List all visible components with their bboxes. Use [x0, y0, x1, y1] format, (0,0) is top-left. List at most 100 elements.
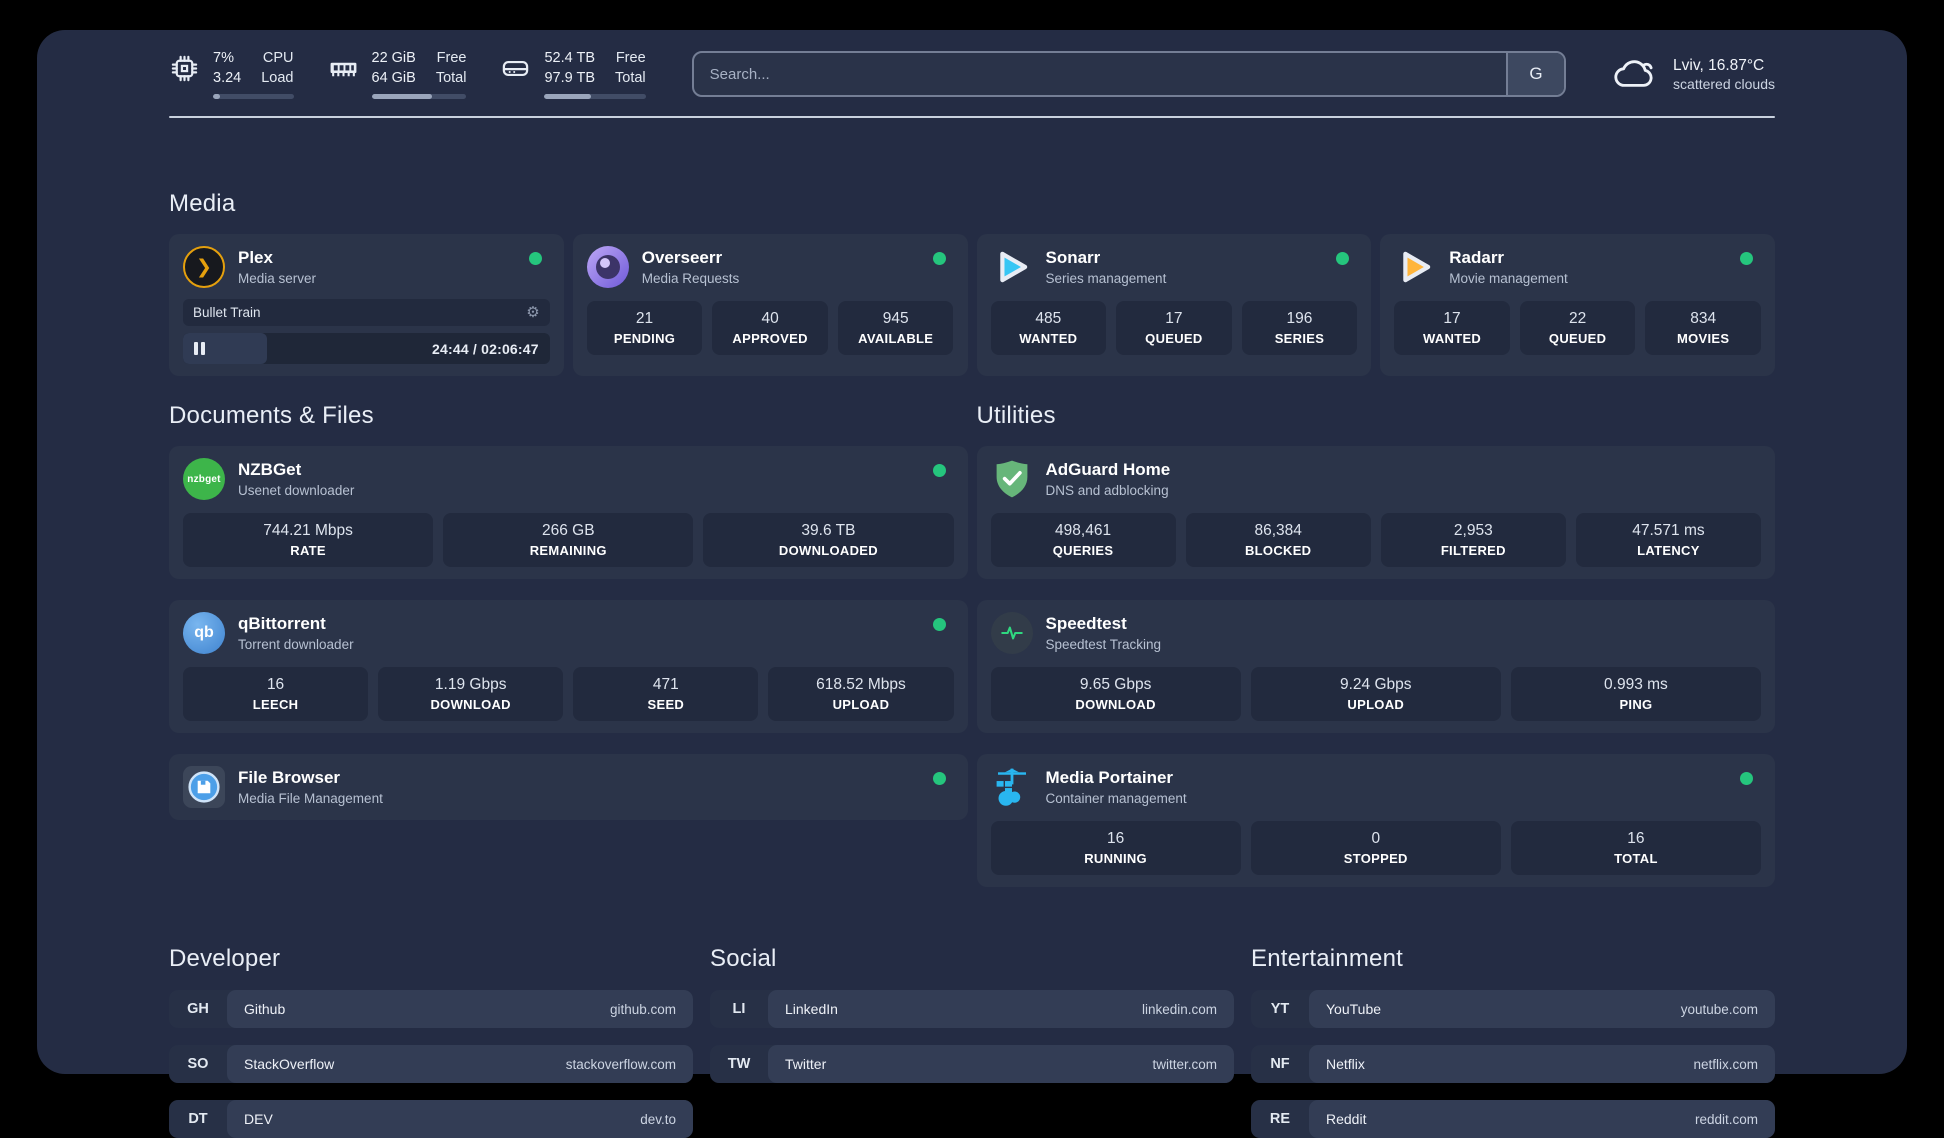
app-subtitle: Torrent downloader	[238, 637, 354, 652]
playback-progress-fill	[183, 333, 268, 364]
adguard-icon	[996, 460, 1027, 498]
app-card-sonarr[interactable]: Sonarr Series management 485 WANTED 17 QUE…	[976, 234, 1372, 376]
stat-tile: 21 PENDING	[586, 301, 703, 355]
section-title-social: Social	[710, 945, 777, 972]
section-developer: Developer GH Github github.com SO StackOv…	[169, 945, 693, 1138]
section-utilities: Utilities AdGuard Home DNS and adblockin…	[976, 402, 1775, 887]
link-name: Reddit	[1326, 1111, 1367, 1127]
section-title-developer: Developer	[169, 945, 281, 972]
app-card-filebrowser[interactable]: File Browser Media File Management	[169, 754, 968, 820]
link-abbr: LI	[732, 1001, 746, 1017]
link-name: LinkedIn	[785, 1001, 838, 1017]
section-media: Media ❯ Plex Media server Bullet Train ⚙	[169, 190, 1775, 376]
section-social: Social LI LinkedIn linkedin.com TW Twitte…	[710, 945, 1234, 1138]
app-card-overseerr[interactable]: Overseerr Media Requests 21 PENDING 40 APP…	[572, 234, 968, 376]
stat-tile: 1.19 Gbps DOWNLOAD	[378, 667, 564, 721]
stat-tile: 0 STOPPED	[1250, 821, 1501, 875]
app-card-qbittorrent[interactable]: qb qBittorrent Torrent downloader 16 LEEC…	[169, 600, 968, 733]
link-name: Twitter	[785, 1056, 827, 1072]
link-url: netflix.com	[1693, 1056, 1758, 1072]
section-title-documents: Documents & Files	[169, 402, 374, 429]
status-dot	[1740, 772, 1753, 785]
link-name: YouTube	[1326, 1001, 1382, 1017]
link-abbr: DT	[188, 1111, 208, 1127]
stat-tile: 485 WANTED	[990, 301, 1107, 355]
app-title: Plex	[238, 248, 273, 267]
pause-icon[interactable]	[194, 342, 198, 355]
app-card-speedtest[interactable]: Speedtest Speedtest Tracking 9.65 Gbps DO…	[976, 600, 1775, 733]
memory-progress-bar	[371, 93, 467, 99]
memory-free-value: 22 GiB	[371, 50, 416, 67]
stat-tile: 834 MOVIES	[1645, 301, 1761, 355]
cpu-usage-label: CPU	[262, 50, 294, 67]
status-dot	[932, 252, 946, 265]
stat-tile: 40 APPROVED	[712, 301, 828, 355]
link-name: Netflix	[1326, 1056, 1365, 1072]
link-row-stackoverflow[interactable]: SO StackOverflow stackoverflow.com	[169, 1045, 693, 1083]
search-input[interactable]	[693, 53, 1507, 95]
app-subtitle: Media server	[238, 271, 317, 286]
header-divider	[169, 116, 1775, 118]
search-box: G	[691, 51, 1567, 97]
filebrowser-icon	[183, 766, 225, 808]
weather-widget: Lviv, 16.87°C scattered clouds	[1612, 56, 1775, 92]
app-subtitle: Movie management	[1449, 271, 1568, 286]
link-row-twitter[interactable]: TW Twitter twitter.com	[710, 1045, 1234, 1083]
link-row-linkedin[interactable]: LI LinkedIn linkedin.com	[710, 990, 1234, 1028]
status-dot	[528, 252, 542, 265]
stat-tile: 86,384 BLOCKED	[1185, 513, 1371, 567]
link-row-reddit[interactable]: RE Reddit reddit.com	[1251, 1100, 1775, 1138]
app-card-plex[interactable]: ❯ Plex Media server Bullet Train ⚙ 24:44…	[169, 234, 564, 376]
stat-tile: 9.24 Gbps UPLOAD	[1250, 667, 1501, 721]
cpu-load-value: 3.24	[213, 69, 242, 86]
link-url: reddit.com	[1694, 1111, 1758, 1127]
section-title-media: Media	[169, 190, 236, 217]
cloud-icon	[1614, 60, 1653, 87]
link-row-dev[interactable]: DT DEV dev.to	[169, 1100, 693, 1138]
app-card-nzbget[interactable]: nzbget NZBGet Usenet downloader 744.21 M…	[169, 446, 968, 579]
app-card-portainer[interactable]: Media Portainer Container management 16 R…	[976, 754, 1775, 887]
app-title: Sonarr	[1045, 248, 1101, 267]
link-row-youtube[interactable]: YT YouTube youtube.com	[1251, 990, 1775, 1028]
cpu-progress-bar	[213, 93, 294, 99]
weather-location: Lviv, 16.87°C	[1673, 56, 1765, 74]
storage-progress-bar	[544, 93, 646, 99]
overseerr-icon	[586, 246, 629, 288]
app-title: Overseerr	[641, 248, 723, 267]
link-name: DEV	[244, 1111, 273, 1127]
link-row-netflix[interactable]: NF Netflix netflix.com	[1251, 1045, 1775, 1083]
app-title: Radarr	[1449, 248, 1505, 267]
app-card-radarr[interactable]: Radarr Movie management 17 WANTED 22 QUEUE…	[1380, 234, 1775, 376]
app-title: NZBGet	[238, 460, 302, 479]
stat-tile: 498,461 QUERIES	[990, 513, 1176, 567]
session-settings-icon[interactable]: ⚙	[526, 305, 539, 320]
stat-tile: 47.571 ms LATENCY	[1575, 513, 1761, 567]
link-row-github[interactable]: GH Github github.com	[169, 990, 693, 1028]
link-url: dev.to	[640, 1111, 676, 1127]
link-url: linkedin.com	[1141, 1001, 1217, 1017]
cpu-stat: 7% 3.24 CPU Load	[169, 49, 294, 99]
section-entertainment: Entertainment YT YouTube youtube.com NF N…	[1251, 945, 1775, 1138]
status-dot	[1336, 252, 1350, 265]
link-abbr: TW	[727, 1056, 751, 1072]
memory-total-label: Total	[435, 69, 467, 86]
link-url: twitter.com	[1152, 1056, 1217, 1072]
memory-free-label: Free	[436, 50, 467, 67]
app-title: AdGuard Home	[1045, 460, 1171, 479]
plex-icon: ❯	[183, 246, 225, 288]
app-card-adguard[interactable]: AdGuard Home DNS and adblocking 498,461 Q…	[976, 446, 1775, 579]
stat-tile: 196 SERIES	[1241, 301, 1358, 355]
storage-total-value: 97.9 TB	[544, 69, 596, 86]
speedtest-icon	[990, 612, 1033, 654]
stat-tile: 9.65 Gbps DOWNLOAD	[990, 667, 1241, 721]
app-title: File Browser	[238, 768, 341, 787]
playback-progress-bar[interactable]: 24:44 / 02:06:47	[183, 333, 550, 364]
app-title: Media Portainer	[1045, 768, 1174, 787]
cpu-icon	[171, 56, 198, 82]
radarr-icon	[1403, 251, 1431, 283]
cpu-load-label: Load	[261, 69, 294, 86]
memory-stat: 22 GiB 64 GiB Free Total	[328, 49, 467, 99]
cpu-usage-value: 7%	[213, 50, 234, 67]
link-url: github.com	[609, 1001, 676, 1017]
search-engine-button[interactable]: G	[1506, 53, 1565, 95]
